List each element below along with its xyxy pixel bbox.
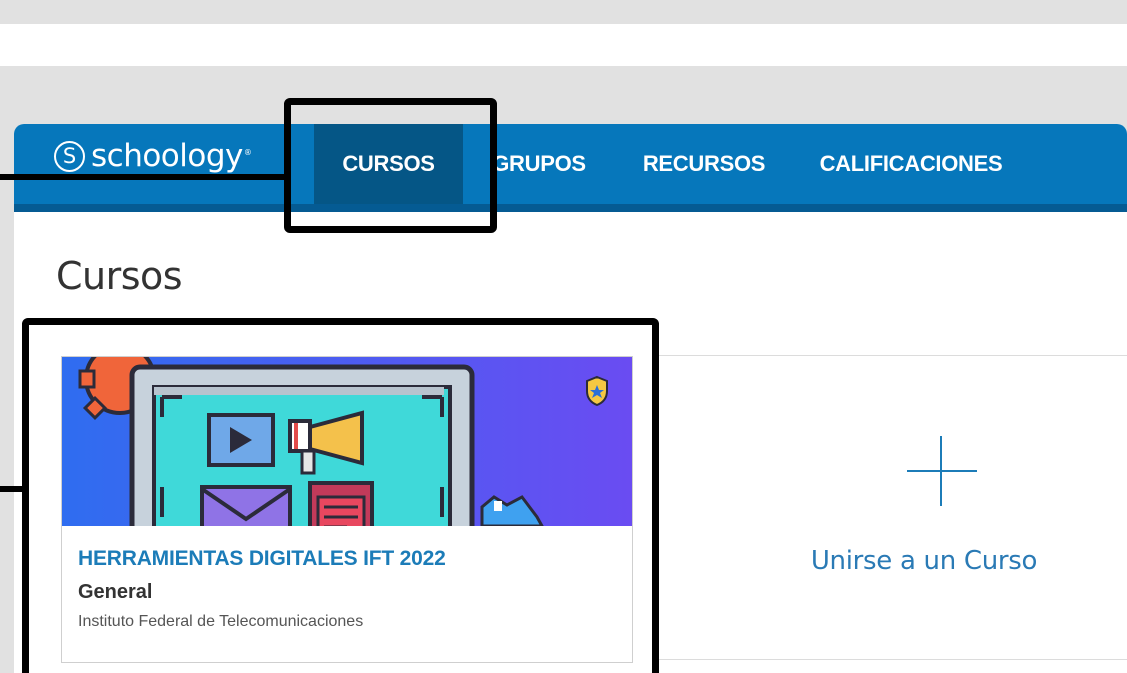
- badge-icon: [586, 375, 608, 407]
- course-card-image[interactable]: [62, 357, 632, 526]
- plus-icon: [907, 436, 977, 506]
- top-navbar: S schoology® CURSOS GRUPOS RECURSOS CALI…: [14, 124, 1127, 212]
- join-course-button[interactable]: Unirse a un Curso: [659, 355, 1127, 660]
- nav-tab-recursos[interactable]: RECURSOS: [632, 124, 776, 204]
- course-school: Instituto Federal de Telecomunicaciones: [78, 613, 364, 630]
- join-course-label: Unirse a un Curso: [810, 546, 1038, 576]
- schoology-logo[interactable]: S schoology®: [54, 136, 252, 176]
- schoology-window: S schoology® CURSOS GRUPOS RECURSOS CALI…: [14, 124, 1127, 673]
- mail-icon: [200, 485, 292, 526]
- nav-tab-cursos[interactable]: CURSOS: [314, 124, 463, 204]
- page-gap: [0, 24, 1127, 66]
- course-card[interactable]: HERRAMIENTAS DIGITALES IFT 2022 General …: [61, 356, 633, 663]
- nav-tab-label: RECURSOS: [642, 151, 766, 176]
- nav-tab-label: GRUPOS: [492, 151, 586, 176]
- course-name[interactable]: HERRAMIENTAS DIGITALES IFT 2022: [78, 547, 446, 571]
- brand-name: schoology: [91, 138, 243, 174]
- nav-tab-grupos[interactable]: GRUPOS: [484, 124, 594, 204]
- course-illustration: [62, 357, 632, 526]
- page-title: Cursos: [56, 254, 183, 298]
- schoology-s-icon: S: [54, 140, 85, 172]
- schoology-wordmark: schoology®: [91, 138, 252, 174]
- document-icon: [308, 481, 374, 526]
- nav-tab-label: CALIFICACIONES: [819, 151, 1003, 176]
- trademark-mark: ®: [243, 147, 252, 157]
- top-strip: [0, 0, 1127, 24]
- navbar-bottom-band: [14, 204, 1127, 212]
- course-section: General: [78, 581, 153, 603]
- video-play-icon: [207, 413, 275, 467]
- nav-tab-calificaciones[interactable]: CALIFICACIONES: [808, 124, 1014, 204]
- nav-tab-label: CURSOS: [342, 151, 435, 176]
